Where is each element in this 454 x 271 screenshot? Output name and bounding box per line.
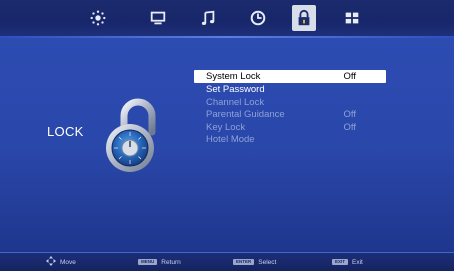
exit-key-badge: EXIT: [332, 259, 349, 265]
option-value: Off: [343, 121, 357, 133]
menu-separator: [0, 36, 454, 38]
grid-icon[interactable]: [342, 8, 362, 28]
hint-label: Exit: [352, 258, 363, 266]
option-key-lock: Key Lock Off: [194, 122, 386, 135]
hint-label: Return: [161, 258, 181, 266]
option-parental-guidance: Parental Guidance Off: [194, 109, 386, 122]
option-value: Off: [343, 71, 357, 82]
padlock-icon[interactable]: [292, 5, 316, 31]
page-title: LOCK: [47, 124, 84, 139]
option-label: Key Lock: [206, 121, 246, 133]
option-label: Channel Lock: [206, 96, 265, 108]
music-note-icon[interactable]: [198, 8, 218, 28]
option-value: Off: [343, 109, 357, 120]
option-system-lock[interactable]: System Lock Off: [194, 70, 386, 83]
monitor-icon[interactable]: [148, 8, 168, 28]
option-hotel-mode: Hotel Mode: [194, 134, 386, 147]
hint-move: Move: [46, 256, 76, 267]
option-set-password[interactable]: Set Password: [194, 84, 386, 97]
option-label: Hotel Mode: [206, 134, 255, 145]
clock-icon[interactable]: [248, 8, 268, 28]
hint-label: Move: [60, 258, 76, 266]
option-label: Parental Guidance: [206, 109, 285, 120]
option-label: System Lock: [206, 71, 261, 82]
footer-hint-bar: Move MENU Return ENTER Select EXIT Exit: [0, 252, 454, 271]
tv-menu-screen: LOCK System Lock Off Set Password Channe…: [0, 0, 454, 271]
option-label: Set Password: [206, 84, 265, 95]
enter-key-badge: ENTER: [233, 259, 255, 265]
top-menu-bar: [0, 0, 454, 37]
menu-key-badge: MENU: [138, 259, 158, 265]
sun-icon[interactable]: [88, 8, 108, 28]
dpad-icon: [46, 253, 56, 271]
hint-return: MENU Return: [138, 257, 181, 267]
combination-lock-icon: [100, 96, 172, 176]
hint-select: ENTER Select: [233, 257, 276, 267]
lock-options-list: System Lock Off Set Password Channel Loc…: [194, 70, 386, 147]
option-channel-lock: Channel Lock: [194, 97, 386, 110]
hint-exit: EXIT Exit: [332, 257, 363, 267]
hint-label: Select: [258, 258, 277, 266]
